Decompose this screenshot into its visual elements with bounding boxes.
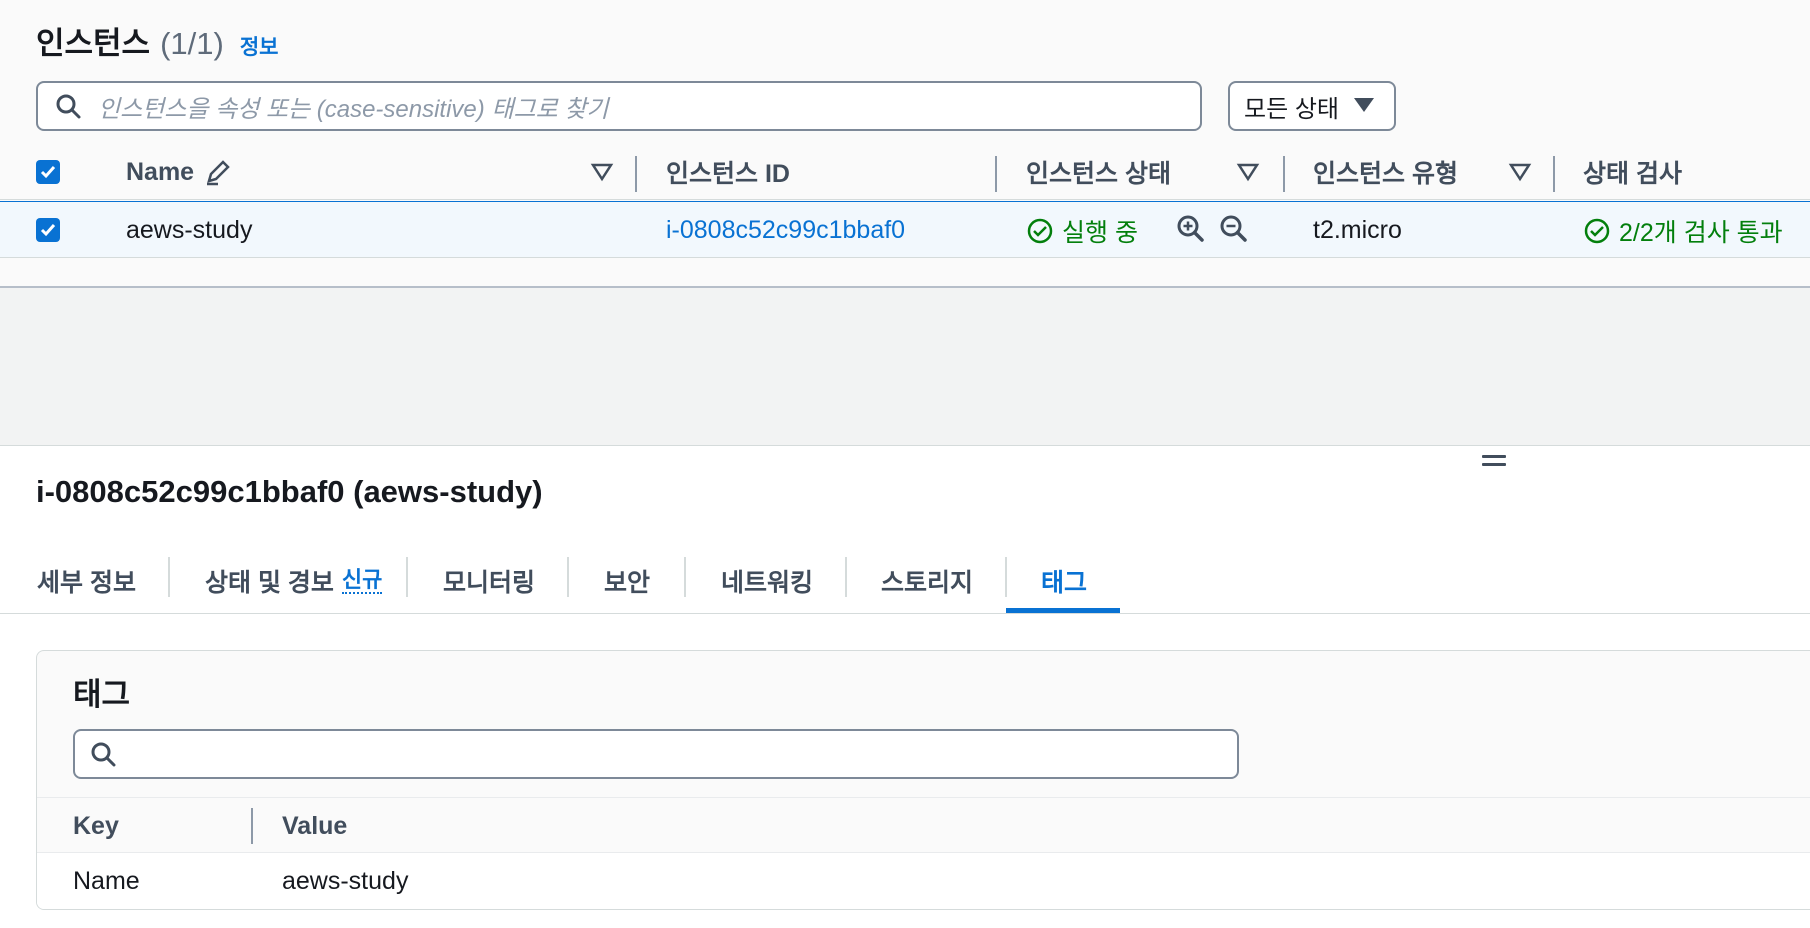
tab-details[interactable]: 세부 정보 xyxy=(37,548,136,614)
table-row[interactable]: aews-study i-0808c52c99c1bbaf0 실행 중 t2.m… xyxy=(0,201,1810,258)
tab-separator xyxy=(567,557,569,597)
column-header-value[interactable]: Value xyxy=(282,798,347,854)
zoom-in-icon[interactable] xyxy=(1176,214,1206,244)
detail-title: i-0808c52c99c1bbaf0 (aews-study) xyxy=(36,474,543,509)
tab-status-alarms[interactable]: 상태 및 경보 신규 xyxy=(205,548,383,614)
state-filter-select[interactable]: 모든 상태 xyxy=(1228,81,1396,131)
tab-separator xyxy=(406,557,408,597)
page-header: 인스턴스 (1/1) 정보 xyxy=(36,18,278,62)
instance-count: (1/1) xyxy=(160,26,224,61)
instance-state-label: 실행 중 xyxy=(1062,218,1138,247)
tags-container: 태그 Key Value Name aews-study xyxy=(36,650,1810,910)
row-checkbox[interactable] xyxy=(36,218,60,242)
column-header-key[interactable]: Key xyxy=(73,798,119,854)
tab-status-alarms-label: 상태 및 경보 xyxy=(205,569,334,597)
column-header-instance-state[interactable]: 인스턴스 상태 xyxy=(1026,144,1171,200)
select-all-checkbox[interactable] xyxy=(36,160,60,184)
sort-icon[interactable] xyxy=(590,160,614,184)
column-divider[interactable] xyxy=(995,156,997,192)
resize-handle-icon[interactable] xyxy=(1482,455,1506,471)
check-circle-icon xyxy=(1026,217,1054,245)
table-row: Name aews-study xyxy=(37,853,1810,909)
column-divider[interactable] xyxy=(635,156,637,192)
tags-title: 태그 xyxy=(73,677,131,712)
checkmark-icon xyxy=(40,224,56,237)
sort-icon[interactable] xyxy=(1236,160,1260,184)
tab-tags[interactable]: 태그 xyxy=(1041,548,1087,614)
tab-security[interactable]: 보안 xyxy=(604,548,650,614)
new-badge: 신규 xyxy=(341,567,383,594)
tab-separator xyxy=(845,557,847,597)
instance-search-input[interactable]: 인스턴스을 속성 또는 (case-sensitive) 태그로 찾기 xyxy=(36,81,1202,131)
instance-type: t2.micro xyxy=(1313,216,1402,244)
detail-tabs: 세부 정보 상태 및 경보 신규 모니터링 보안 네트워킹 스토리지 태그 xyxy=(0,548,1810,614)
search-icon xyxy=(38,83,98,129)
column-divider[interactable] xyxy=(1553,156,1555,192)
column-header-instance-type[interactable]: 인스턴스 유형 xyxy=(1313,144,1458,200)
column-divider[interactable] xyxy=(251,808,253,844)
column-header-name[interactable]: Name xyxy=(126,144,232,200)
instance-id-link[interactable]: i-0808c52c99c1bbaf0 xyxy=(666,202,905,259)
column-name-label: Name xyxy=(126,157,195,186)
tag-key: Name xyxy=(73,866,140,895)
instance-name: aews-study xyxy=(126,216,253,244)
table-empty-space xyxy=(0,286,1810,446)
search-placeholder: 인스턴스을 속성 또는 (case-sensitive) 태그로 찾기 xyxy=(98,95,609,123)
tag-search-input[interactable] xyxy=(73,729,1239,779)
tab-monitoring[interactable]: 모니터링 xyxy=(443,548,535,614)
status-check-label: 2/2개 검사 통과 xyxy=(1619,218,1783,247)
zoom-out-icon[interactable] xyxy=(1219,214,1249,244)
sort-icon[interactable] xyxy=(1508,160,1532,184)
search-icon xyxy=(89,740,117,768)
tab-separator xyxy=(1005,557,1007,597)
info-link[interactable]: 정보 xyxy=(240,31,279,61)
tags-table-header: Key Value xyxy=(37,797,1810,853)
tab-storage[interactable]: 스토리지 xyxy=(881,548,973,614)
tab-separator xyxy=(684,557,686,597)
column-header-instance-id[interactable]: 인스턴스 ID xyxy=(666,144,790,200)
tag-value: aews-study xyxy=(282,866,409,895)
instance-state: 실행 중 xyxy=(1026,202,1138,259)
caret-down-icon xyxy=(1353,92,1375,120)
status-check: 2/2개 검사 통과 xyxy=(1583,202,1783,259)
instances-table-header: Name 인스턴스 ID 인스턴스 상태 인스턴스 유형 상태 검사 xyxy=(0,144,1810,200)
tab-networking[interactable]: 네트워킹 xyxy=(721,548,813,614)
column-header-status-check[interactable]: 상태 검사 xyxy=(1583,144,1682,200)
state-filter-value: 모든 상태 xyxy=(1244,95,1339,123)
check-circle-icon xyxy=(1583,217,1611,245)
tab-separator xyxy=(168,557,170,597)
active-tab-indicator xyxy=(1006,608,1120,613)
checkmark-icon xyxy=(40,166,56,179)
page-title: 인스턴스 xyxy=(36,26,151,61)
edit-icon[interactable] xyxy=(204,158,232,186)
column-divider[interactable] xyxy=(1283,156,1285,192)
